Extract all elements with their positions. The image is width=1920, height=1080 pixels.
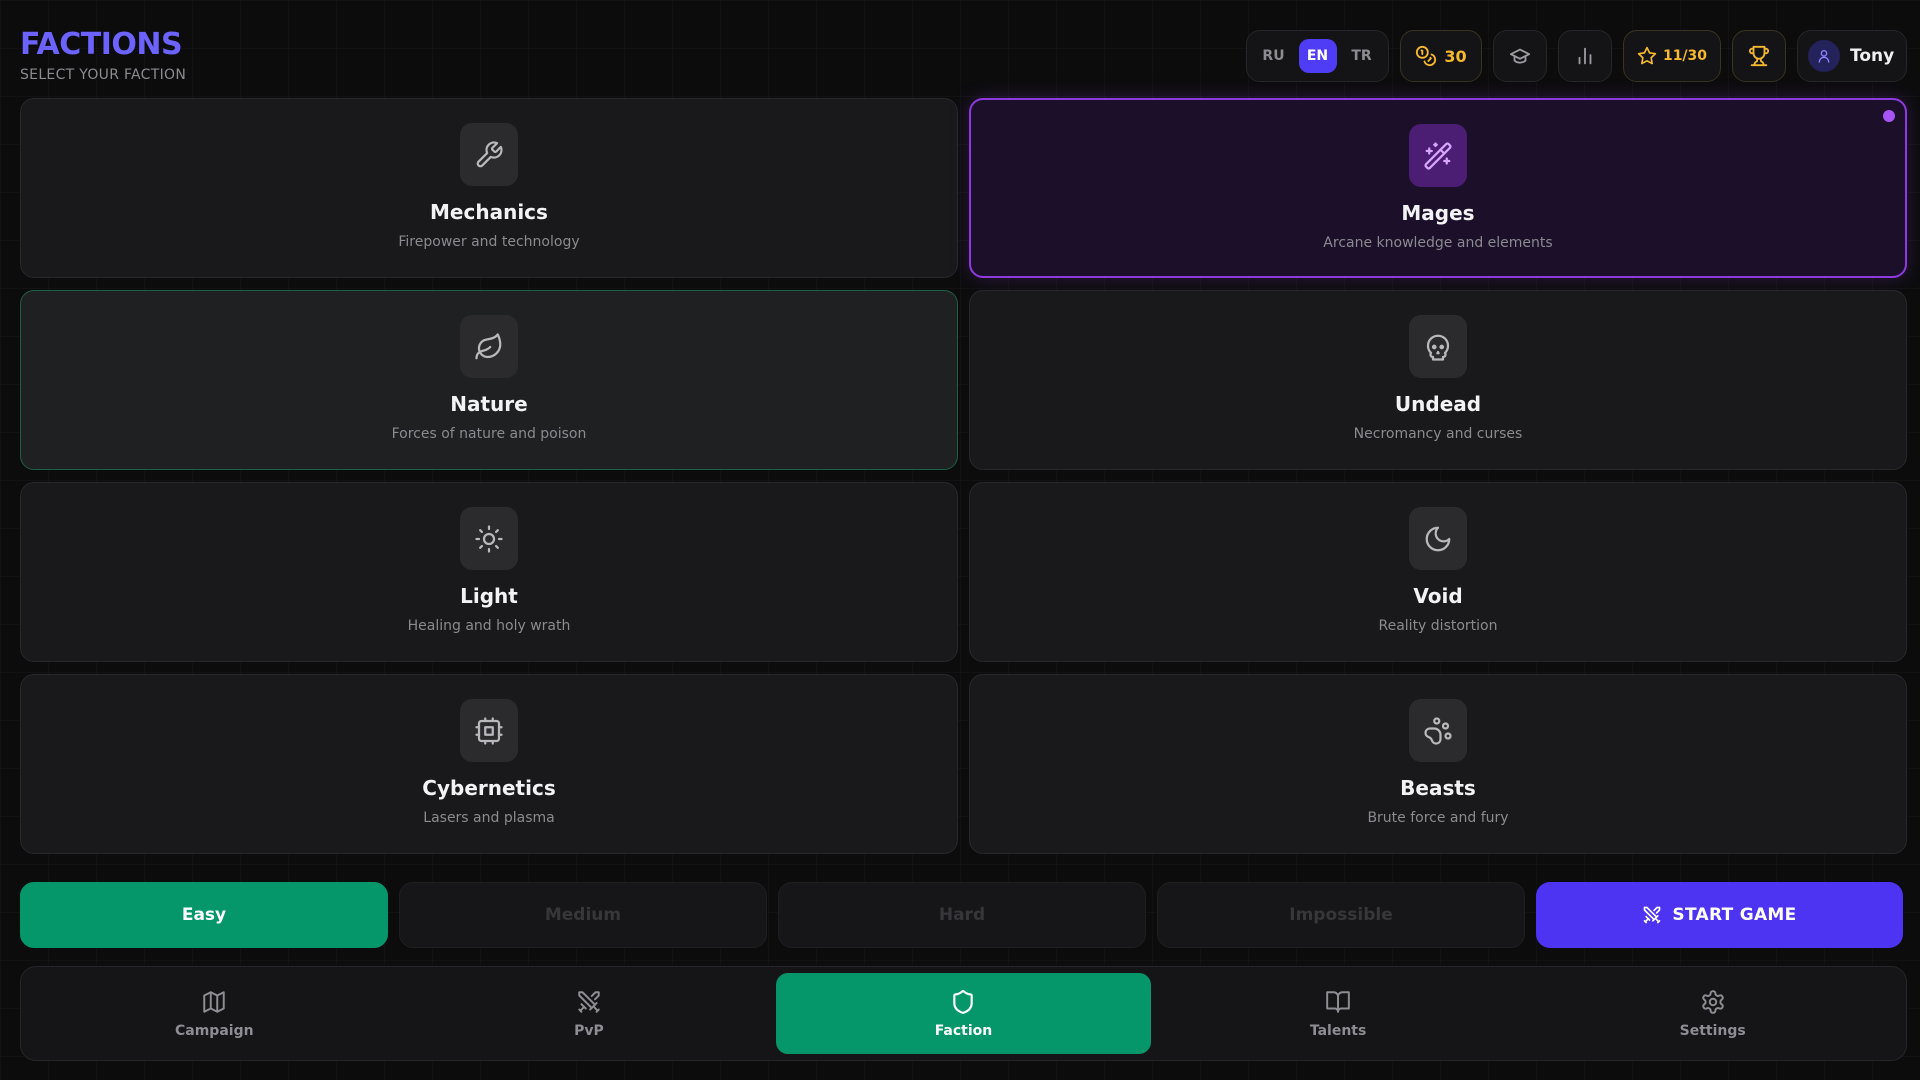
nav-talents[interactable]: Talents xyxy=(1151,973,1526,1054)
faction-name: Mages xyxy=(1401,201,1475,225)
faction-description: Necromancy and curses xyxy=(1353,426,1523,442)
coins-icon xyxy=(1415,45,1437,67)
skull-icon xyxy=(1409,315,1467,378)
coins-value: 30 xyxy=(1444,46,1467,66)
faction-card-void[interactable]: Void Reality distortion xyxy=(969,482,1907,662)
faction-name: Beasts xyxy=(1400,776,1476,800)
username: Tony xyxy=(1850,46,1895,66)
lang-tr-button[interactable]: TR xyxy=(1343,39,1381,73)
crossed-swords-icon xyxy=(576,989,602,1015)
faction-description: Firepower and technology xyxy=(398,234,580,250)
bottom-navigation: Campaign PvP Faction Talents Settings xyxy=(20,966,1907,1061)
faction-name: Undead xyxy=(1394,392,1482,416)
nav-label: Talents xyxy=(1309,1022,1367,1039)
page-subtitle: SELECT YOUR FACTION xyxy=(20,67,187,83)
start-game-button[interactable]: START GAME xyxy=(1536,882,1903,948)
nav-settings[interactable]: Settings xyxy=(1525,973,1900,1054)
trophy-button[interactable] xyxy=(1732,30,1786,82)
nav-label: PvP xyxy=(574,1022,604,1039)
magic-wand-icon xyxy=(1409,124,1467,187)
shield-icon xyxy=(950,989,976,1015)
lang-ru-button[interactable]: RU xyxy=(1255,39,1293,73)
book-icon xyxy=(1325,989,1351,1015)
nav-label: Campaign xyxy=(175,1022,254,1039)
faction-card-light[interactable]: Light Healing and holy wrath xyxy=(20,482,958,662)
moon-icon xyxy=(1409,507,1467,570)
stars-value: 11/30 xyxy=(1662,48,1708,64)
stars-badge[interactable]: 11/30 xyxy=(1623,30,1721,82)
nav-campaign[interactable]: Campaign xyxy=(27,973,402,1054)
top-bar: RU EN TR 30 11/30 Tony xyxy=(1246,30,1907,82)
crossed-swords-icon xyxy=(1642,905,1662,925)
nav-pvp[interactable]: PvP xyxy=(402,973,777,1054)
faction-description: Arcane knowledge and elements xyxy=(1323,235,1553,251)
faction-card-beasts[interactable]: Beasts Brute force and fury xyxy=(969,674,1907,854)
nav-faction[interactable]: Faction xyxy=(776,973,1151,1054)
cpu-icon xyxy=(460,699,518,762)
trophy-icon xyxy=(1748,45,1770,67)
faction-card-mechanics[interactable]: Mechanics Firepower and technology xyxy=(20,98,958,278)
leaf-icon xyxy=(460,315,518,378)
nav-label: Faction xyxy=(934,1022,993,1039)
faction-description: Reality distortion xyxy=(1378,618,1498,634)
bar-chart-icon xyxy=(1574,45,1596,67)
gear-icon xyxy=(1700,989,1726,1015)
faction-description: Forces of nature and poison xyxy=(391,426,587,442)
faction-card-mages[interactable]: Mages Arcane knowledge and elements xyxy=(969,98,1907,278)
faction-card-cybernetics[interactable]: Cybernetics Lasers and plasma xyxy=(20,674,958,854)
sun-icon xyxy=(460,507,518,570)
difficulty-impossible-button[interactable]: Impossible xyxy=(1157,882,1525,948)
map-icon xyxy=(201,989,227,1015)
wrench-icon xyxy=(460,123,518,186)
coins-badge[interactable]: 30 xyxy=(1400,30,1482,82)
faction-name: Void xyxy=(1413,584,1463,608)
page-title: FACTIONS xyxy=(20,27,183,62)
avatar xyxy=(1808,40,1840,72)
user-profile-button[interactable]: Tony xyxy=(1797,30,1907,82)
faction-description: Brute force and fury xyxy=(1367,810,1509,826)
lang-en-button[interactable]: EN xyxy=(1298,39,1337,73)
faction-card-nature[interactable]: Nature Forces of nature and poison xyxy=(20,290,958,470)
nav-label: Settings xyxy=(1679,1022,1746,1039)
faction-name: Light xyxy=(460,584,518,608)
faction-card-undead[interactable]: Undead Necromancy and curses xyxy=(969,290,1907,470)
selected-indicator xyxy=(1883,110,1895,122)
faction-description: Healing and holy wrath xyxy=(407,618,571,634)
faction-grid: Mechanics Firepower and technology Mages… xyxy=(20,98,1907,854)
faction-name: Mechanics xyxy=(430,200,548,224)
faction-name: Cybernetics xyxy=(422,776,556,800)
language-switcher: RU EN TR xyxy=(1246,30,1389,82)
difficulty-hard-button[interactable]: Hard xyxy=(778,882,1146,948)
start-game-label: START GAME xyxy=(1672,905,1797,925)
paw-icon xyxy=(1409,699,1467,762)
difficulty-easy-button[interactable]: Easy xyxy=(20,882,388,948)
faction-name: Nature xyxy=(450,392,528,416)
academy-button[interactable] xyxy=(1493,30,1547,82)
stats-button[interactable] xyxy=(1558,30,1612,82)
faction-description: Lasers and plasma xyxy=(423,810,555,826)
difficulty-selector: Easy Medium Hard Impossible START GAME xyxy=(20,882,1903,948)
star-icon xyxy=(1637,46,1657,66)
graduation-cap-icon xyxy=(1509,45,1531,67)
difficulty-medium-button[interactable]: Medium xyxy=(399,882,767,948)
